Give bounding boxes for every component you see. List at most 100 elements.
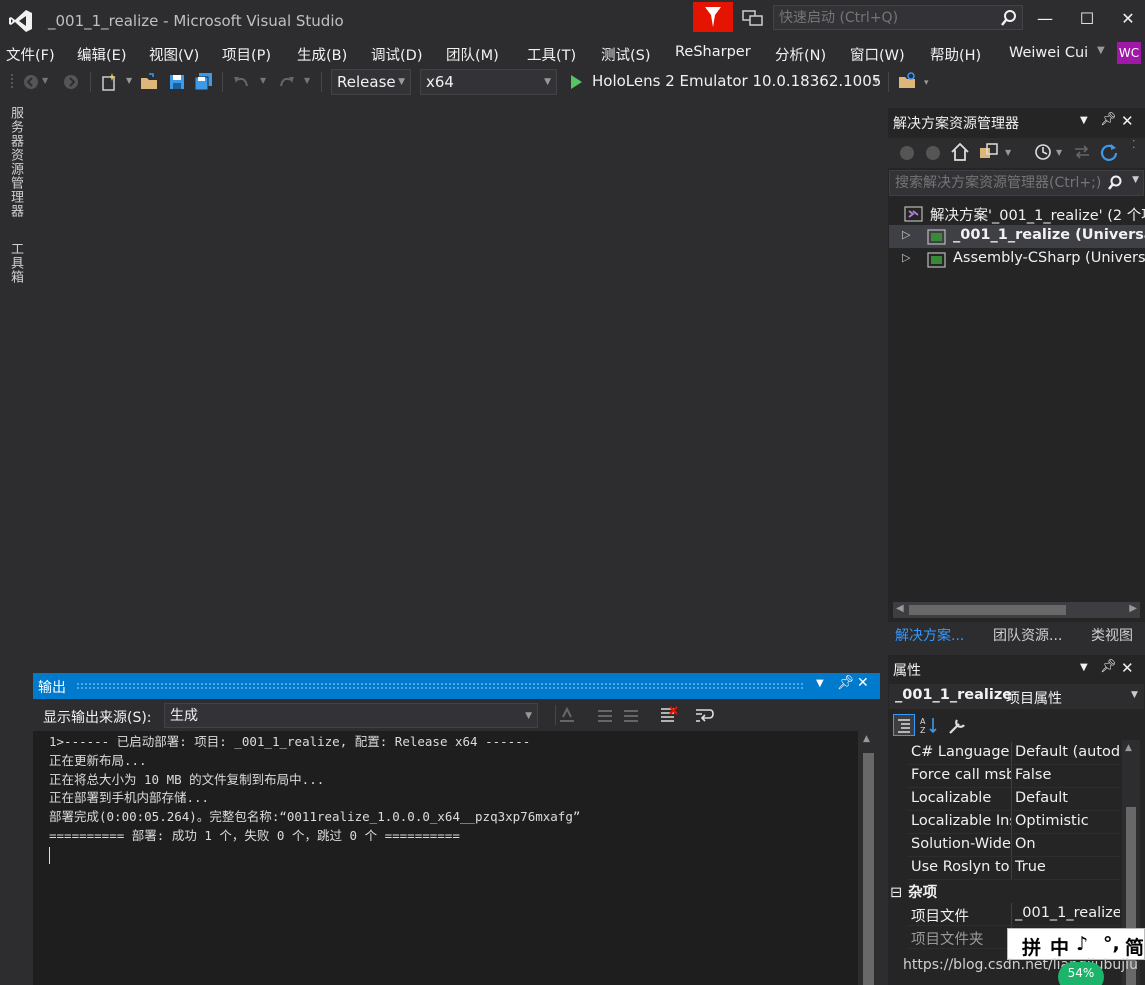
menu-project[interactable]: 项目(P) — [222, 44, 271, 65]
expand-arrow-icon[interactable]: ▷ — [902, 251, 910, 264]
tab-server-explorer[interactable]: 服务器资源管理器 — [6, 106, 25, 218]
tab-solution-explorer[interactable]: 解决方案... — [895, 625, 964, 645]
platform-dropdown[interactable]: x64 ▼ — [420, 69, 557, 95]
toolbar-overflow-icon[interactable]: ⁚ — [1132, 138, 1136, 158]
menu-resharper[interactable]: ReSharper — [675, 44, 751, 60]
solution-horizontal-scrollbar[interactable]: ◀ ▶ — [893, 602, 1140, 618]
sync-icon[interactable] — [1072, 142, 1092, 162]
quick-launch-search[interactable] — [773, 5, 1023, 30]
property-value[interactable]: Optimistic — [1015, 813, 1120, 829]
chevron-down-icon[interactable]: ▼ — [126, 76, 136, 96]
avatar[interactable]: WC — [1117, 42, 1141, 64]
panel-menu-icon[interactable]: ▼ — [1080, 115, 1088, 126]
property-row[interactable]: Force call msbuild False — [908, 765, 1120, 788]
refresh-icon[interactable] — [1099, 142, 1119, 162]
back-icon[interactable] — [898, 144, 916, 164]
navigate-forward-icon[interactable] — [62, 72, 80, 92]
expand-arrow-icon[interactable]: ▷ — [902, 228, 910, 241]
panel-grip[interactable] — [76, 682, 804, 690]
play-icon[interactable] — [569, 74, 583, 94]
go-to-location-icon[interactable] — [557, 705, 577, 725]
menu-build[interactable]: 生成(B) — [297, 44, 347, 65]
tab-team-explorer[interactable]: 团队资源... — [993, 625, 1062, 645]
new-project-icon[interactable] — [100, 72, 120, 92]
pending-changes-icon[interactable] — [1033, 142, 1053, 162]
chevron-down-icon[interactable]: ▼ — [1131, 690, 1138, 700]
scrollbar-thumb[interactable] — [863, 753, 874, 985]
property-value[interactable]: True — [1015, 859, 1120, 875]
alphabetical-icon[interactable]: AZ — [919, 715, 941, 735]
solution-search-input[interactable] — [895, 174, 1110, 192]
scroll-right-icon[interactable]: ▶ — [1129, 603, 1137, 614]
forward-icon[interactable] — [924, 144, 942, 164]
user-name[interactable]: Weiwei Cui — [1009, 45, 1088, 61]
scroll-up-icon[interactable]: ▲ — [1125, 743, 1132, 753]
chevron-down-icon[interactable]: ▼ — [1097, 45, 1105, 56]
minimize-button[interactable]: — — [1025, 6, 1065, 32]
property-row[interactable]: Solution-Wide On — [908, 834, 1120, 857]
property-row[interactable]: 项目文件 _001_1_realize.csproj — [908, 903, 1120, 926]
pin-icon[interactable]: 📌︎ — [1100, 659, 1117, 674]
menu-tools[interactable]: 工具(T) — [527, 44, 576, 65]
menu-debug[interactable]: 调试(D) — [371, 44, 422, 65]
performance-badge[interactable]: 54% — [1058, 962, 1104, 985]
close-icon[interactable]: ✕ — [1121, 659, 1134, 677]
solution-explorer-search[interactable]: ▼ — [889, 170, 1144, 196]
menu-window[interactable]: 窗口(W) — [850, 44, 905, 65]
chevron-down-icon[interactable]: ▼ — [260, 76, 270, 96]
tab-toolbox[interactable]: 工具箱 — [6, 242, 25, 284]
collapse-icon[interactable]: ⊟ — [890, 885, 902, 901]
previous-message-icon[interactable] — [595, 705, 615, 725]
chevron-down-icon[interactable]: ▼ — [42, 76, 52, 96]
menu-team[interactable]: 团队(M) — [446, 44, 499, 65]
pin-icon[interactable]: 📌︎ — [1100, 112, 1117, 127]
tree-item-project-assembly-csharp[interactable]: ▷ Assembly-CSharp (Universal Windows) — [889, 248, 1145, 271]
property-row[interactable]: Localizable Default — [908, 788, 1120, 811]
panel-menu-icon[interactable]: ▼ — [816, 678, 824, 689]
property-value[interactable]: Default (autodetect) — [1015, 744, 1120, 760]
run-target-button[interactable]: HoloLens 2 Emulator 10.0.18362.1005 — [592, 72, 881, 90]
menu-file[interactable]: 文件(F) — [6, 44, 55, 65]
close-button[interactable]: ✕ — [1108, 6, 1145, 32]
ime-simplified-icon[interactable]: 简 — [1125, 933, 1144, 960]
quick-launch-input[interactable] — [779, 8, 999, 27]
toolbar-overflow-icon[interactable]: ▾ — [924, 78, 936, 98]
menu-help[interactable]: 帮助(H) — [930, 44, 981, 65]
chevron-down-icon[interactable]: ▼ — [1056, 148, 1062, 168]
save-icon[interactable] — [168, 72, 186, 92]
redo-icon[interactable] — [276, 72, 296, 92]
scrollbar-thumb[interactable] — [909, 605, 1066, 615]
maximize-button[interactable]: ☐ — [1067, 6, 1107, 32]
scroll-up-icon[interactable]: ▲ — [863, 734, 870, 744]
property-row[interactable]: C# Language Default (autodetect) — [908, 742, 1120, 765]
property-category[interactable]: ⊟ 杂项 — [890, 881, 937, 902]
menu-edit[interactable]: 编辑(E) — [77, 44, 126, 65]
word-wrap-icon[interactable] — [694, 705, 714, 725]
property-value[interactable]: Default — [1015, 790, 1120, 806]
feedback-flag-icon[interactable] — [693, 2, 733, 32]
property-value[interactable]: False — [1015, 767, 1120, 783]
menu-view[interactable]: 视图(V) — [149, 44, 199, 65]
chevron-down-icon[interactable]: ▼ — [1005, 148, 1011, 168]
undo-icon[interactable] — [232, 72, 252, 92]
output-source-dropdown[interactable]: 生成 ▼ — [164, 703, 538, 728]
next-message-icon[interactable] — [621, 705, 641, 725]
home-icon[interactable] — [950, 142, 970, 162]
search-icon[interactable] — [1107, 174, 1123, 196]
live-share-icon[interactable] — [742, 8, 764, 28]
open-folder-icon[interactable] — [140, 72, 160, 92]
scroll-left-icon[interactable]: ◀ — [896, 603, 904, 614]
tree-item-solution[interactable]: 解决方案'_001_1_realize' (2 个项目) — [889, 202, 1145, 225]
property-row[interactable]: Localizable Install Optimistic — [908, 811, 1120, 834]
toolbar-grip[interactable] — [10, 72, 14, 92]
ime-punctuation-icon[interactable]: °, — [1103, 933, 1120, 955]
menu-analyze[interactable]: 分析(N) — [775, 44, 826, 65]
ime-language-icon[interactable]: 中 — [1050, 933, 1069, 960]
navigate-back-icon[interactable] — [22, 72, 40, 92]
find-in-files-icon[interactable] — [898, 72, 918, 92]
save-all-icon[interactable] — [194, 72, 214, 92]
property-value[interactable]: On — [1015, 836, 1120, 852]
tab-class-view[interactable]: 类视图 — [1091, 625, 1133, 645]
chevron-down-icon[interactable]: ▼ — [1132, 175, 1139, 185]
configuration-dropdown[interactable]: Release ▼ — [331, 69, 411, 95]
